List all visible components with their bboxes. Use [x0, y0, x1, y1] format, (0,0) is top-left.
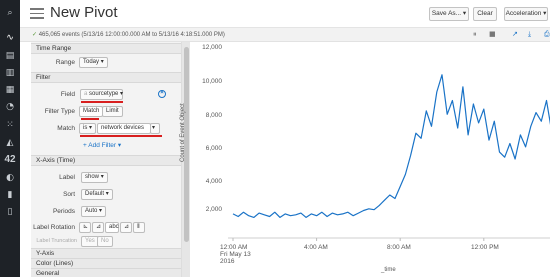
range-value: Today: [83, 59, 100, 65]
field-value: sourcetype: [89, 91, 119, 97]
truncation-label: Label Truncation: [36, 238, 77, 244]
pause-icon[interactable]: ⏸: [473, 30, 477, 39]
chevron-down-icon: ▾: [89, 125, 93, 131]
share-icon[interactable]: ↗: [512, 30, 518, 38]
label-value: show: [85, 174, 100, 180]
thermometer-icon[interactable]: ▮: [4, 190, 16, 200]
check-icon: ✓: [32, 32, 38, 38]
chevron-down-icon: ▾: [117, 142, 122, 149]
stop-icon[interactable]: ■: [489, 30, 496, 38]
pie-chart-icon[interactable]: ◔: [4, 102, 16, 112]
periods-dropdown[interactable]: Auto ▾: [81, 206, 107, 217]
menu-icon[interactable]: [30, 8, 44, 19]
section-general[interactable]: General: [31, 268, 181, 277]
chevron-down-icon: ▾: [152, 125, 156, 131]
line-chart: Count of Event Object 12,000 10,000 8,00…: [180, 42, 550, 277]
sort-value: Default: [85, 191, 105, 197]
filter-type-label: Filter Type: [44, 108, 75, 115]
x-tick-line: Fri May 13: [220, 251, 251, 258]
section-xaxis[interactable]: X-Axis (Time): [31, 155, 181, 166]
chevron-down-icon: ▾: [100, 174, 104, 180]
save-as-label: Save As...: [431, 10, 462, 17]
x-tick-label: 4:00 AM: [304, 244, 328, 251]
match-value-dropdown[interactable]: ▾: [150, 123, 160, 134]
clear-button[interactable]: Clear: [473, 7, 497, 21]
header: New Pivot Save As... ▾ Clear Acceleratio…: [20, 0, 550, 28]
annotation-underline: [81, 118, 99, 120]
x-tick-label: 8:00 AM: [387, 244, 411, 251]
chevron-down-icon: ▾: [120, 91, 124, 97]
rotation-option[interactable]: ⦀: [133, 222, 145, 233]
periods-value: Auto: [85, 208, 98, 214]
match-operator-dropdown[interactable]: is ▾: [79, 123, 97, 134]
acceleration-label: Acceleration: [505, 10, 542, 17]
x-tick-line: 12:00 AM: [220, 244, 248, 251]
sort-dropdown[interactable]: Default ▾: [81, 189, 113, 200]
page-title: New Pivot: [50, 4, 118, 21]
x-axis-label: _time: [381, 267, 396, 273]
single-value-icon[interactable]: 42: [2, 155, 18, 165]
series-line[interactable]: [232, 74, 550, 218]
event-count-status: ✓ 465,065 events (5/13/16 12:00:00.000 A…: [32, 31, 225, 38]
print-icon[interactable]: ⎙: [544, 30, 550, 39]
annotation-underline: [80, 135, 162, 137]
config-panel: Time Range Range Today ▾ Filter Field a …: [31, 42, 181, 277]
chevron-down-icon: ▾: [99, 208, 103, 214]
match-operator-value: is: [83, 125, 88, 131]
rotation-option[interactable]: ⊿: [120, 222, 132, 233]
table-icon[interactable]: ▦: [4, 85, 16, 95]
chevron-down-icon: ▾: [543, 10, 547, 17]
field-label: Field: [60, 91, 75, 98]
gauge-icon[interactable]: ◐: [4, 173, 16, 183]
range-label: Range: [55, 59, 75, 66]
acceleration-button[interactable]: Acceleration ▾: [504, 7, 548, 21]
save-as-button[interactable]: Save As... ▾: [429, 7, 469, 21]
chevron-down-icon: ▾: [105, 191, 109, 197]
datasets-icon[interactable]: ▤: [4, 51, 16, 61]
x-tick-line: 2016: [220, 258, 235, 265]
rotation-option[interactable]: ⊾: [79, 222, 91, 233]
chevron-down-icon: ▾: [462, 10, 467, 17]
match-label: Match: [57, 125, 75, 132]
match-value-input[interactable]: network devices: [97, 123, 151, 134]
annotation-underline: [81, 101, 123, 103]
y-axis-label: Count of Event Object: [180, 103, 186, 162]
field-type-prefix: a: [84, 91, 88, 97]
bar-chart-icon[interactable]: ▥: [4, 68, 16, 78]
status-text: 465,065 events (5/13/16 12:00:00.000 AM …: [38, 32, 225, 38]
label-label: Label: [59, 174, 75, 181]
chevron-down-icon: ▾: [100, 59, 104, 65]
section-time-range[interactable]: Time Range: [31, 43, 181, 54]
sort-label: Sort: [63, 191, 75, 198]
rotation-option[interactable]: ⊿: [92, 222, 104, 233]
icon-rail: ⌕ ∿ ▤ ▥ ▦ ◔ ⁙ ◭ 42 ◐ ▮ ▯: [0, 0, 20, 277]
search-icon[interactable]: ⌕: [4, 8, 16, 18]
pulse-icon[interactable]: ∿: [4, 33, 16, 43]
plot-area: [228, 74, 550, 241]
scatter-icon[interactable]: ⁙: [4, 120, 16, 130]
x-tick-label: 12:00 PM: [471, 244, 499, 251]
area-chart-icon[interactable]: ◭: [4, 138, 16, 148]
filter-type-limit[interactable]: Limit: [102, 106, 123, 117]
filler-gauge-icon[interactable]: ▯: [4, 207, 16, 217]
label-dropdown[interactable]: show ▾: [81, 172, 108, 183]
add-filter-label: + Add Filter: [83, 142, 117, 149]
rotation-label: Label Rotation: [33, 224, 75, 231]
periods-label: Periods: [52, 208, 75, 215]
x-tick-label: 12:00 AM Fri May 13 2016: [220, 244, 251, 265]
download-icon[interactable]: ⤓: [528, 30, 531, 39]
field-dropdown[interactable]: a sourcetype ▾: [80, 89, 123, 100]
add-filter-link[interactable]: + Add Filter ▾: [83, 141, 121, 149]
status-bar: ✓ 465,065 events (5/13/16 12:00:00.000 A…: [20, 28, 550, 42]
rotation-option[interactable]: abc: [105, 222, 119, 233]
range-dropdown[interactable]: Today ▾: [79, 57, 108, 68]
section-filter[interactable]: Filter: [31, 72, 181, 83]
truncation-no[interactable]: No: [97, 236, 113, 247]
remove-filter-icon[interactable]: ×: [158, 90, 166, 98]
filter-type-match[interactable]: Match: [79, 106, 104, 117]
